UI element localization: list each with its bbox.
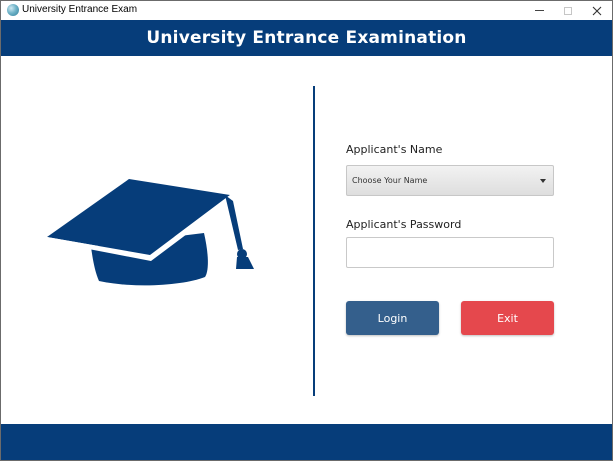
footer-banner	[1, 424, 612, 460]
graduation-cap-icon	[47, 179, 254, 286]
window-title: University Entrance Exam	[22, 4, 138, 15]
password-label: Applicant's Password	[346, 218, 462, 231]
name-select-value: Choose Your Name	[352, 176, 428, 185]
name-label: Applicant's Name	[346, 143, 443, 156]
close-icon	[592, 6, 602, 15]
close-button[interactable]	[582, 1, 612, 20]
title-bar: University Entrance Exam	[1, 1, 612, 20]
maximize-icon	[564, 6, 572, 15]
header-banner: University Entrance Examination	[1, 20, 612, 56]
exit-button[interactable]: Exit	[461, 301, 554, 335]
name-select[interactable]: Choose Your Name	[346, 165, 554, 196]
page-title: University Entrance Examination	[146, 28, 467, 48]
password-field[interactable]	[346, 237, 554, 268]
login-button[interactable]: Login	[346, 301, 439, 335]
vertical-divider	[313, 86, 315, 396]
minimize-icon	[534, 10, 544, 11]
globe-icon	[7, 4, 19, 16]
maximize-button[interactable]	[553, 1, 583, 20]
minimize-button[interactable]	[524, 1, 554, 20]
app-window: University Entrance Exam University Entr…	[0, 0, 613, 461]
chevron-down-icon	[540, 179, 546, 183]
